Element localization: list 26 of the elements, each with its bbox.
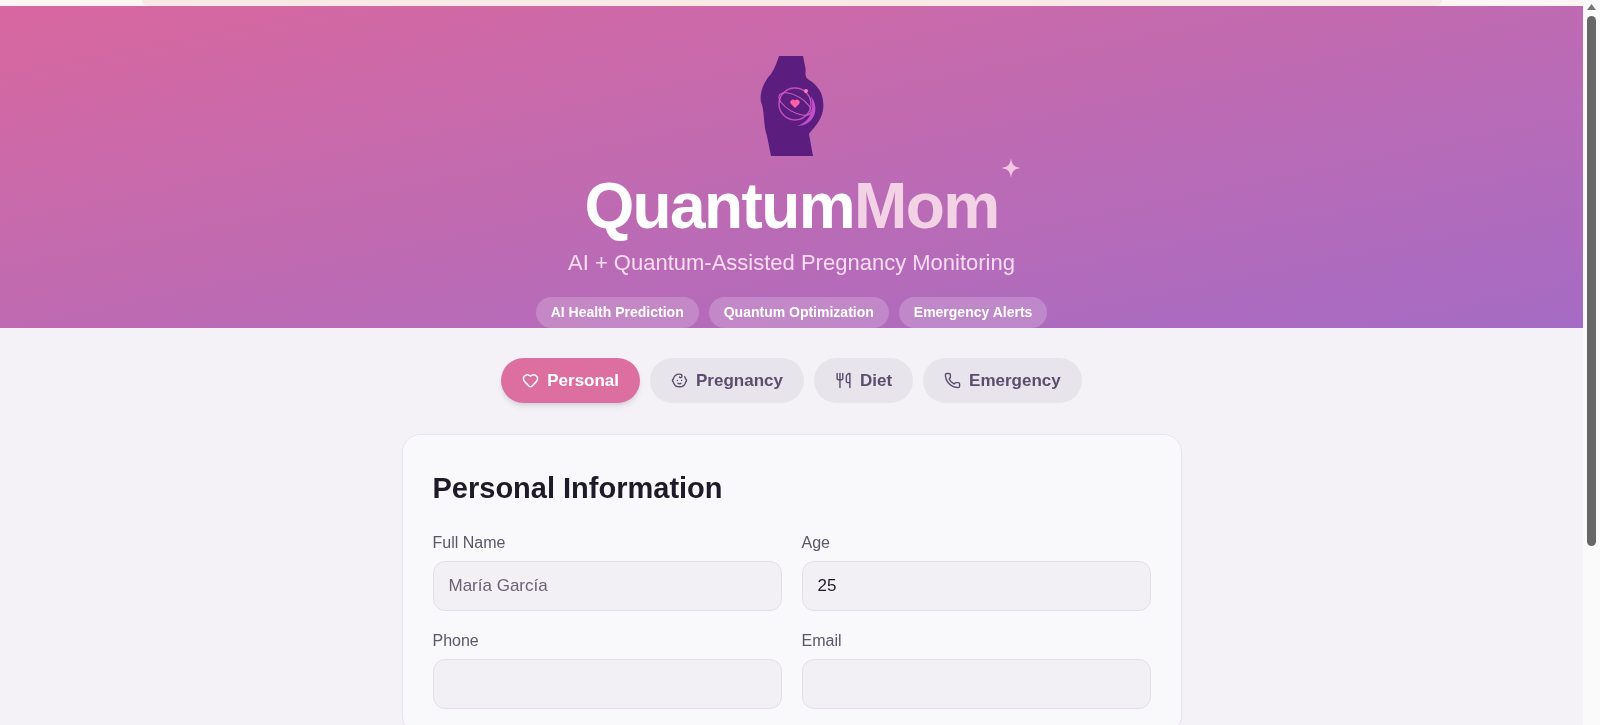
phone-icon (944, 372, 962, 389)
input-field[interactable] (801, 658, 1151, 709)
field-label: Phone (432, 630, 480, 651)
brand-title: QuantumMom (584, 172, 999, 240)
input-field[interactable]: María García (432, 560, 782, 611)
tab[interactable]: Emergency (923, 358, 1082, 403)
card-title: Personal Information (432, 471, 724, 506)
sparkle-icon (1000, 158, 1021, 178)
heart-icon (522, 372, 540, 389)
scroll-up-arrow-icon[interactable] (1587, 4, 1596, 10)
input-field[interactable] (432, 658, 782, 709)
field-label: Age (801, 532, 831, 553)
utensils-icon (834, 372, 852, 389)
field-label: Full Name (432, 532, 507, 553)
feature-badge: Emergency Alerts (898, 297, 1048, 328)
scrollbar[interactable] (1583, 0, 1600, 725)
feature-badge: Quantum Optimization (708, 297, 889, 328)
input-field[interactable]: 25 (801, 560, 1151, 611)
field-label: Email (801, 630, 843, 651)
subtitle: AI + Quantum-Assisted Pregnancy Monitoring (568, 249, 1015, 277)
scrollbar-thumb[interactable] (1587, 16, 1596, 546)
tab[interactable]: Diet (813, 358, 914, 403)
baby-face-icon (671, 372, 689, 389)
tab[interactable]: Personal (501, 358, 641, 403)
feature-badge: AI Health Prediction (535, 297, 699, 328)
tab[interactable]: Pregnancy (650, 358, 804, 403)
